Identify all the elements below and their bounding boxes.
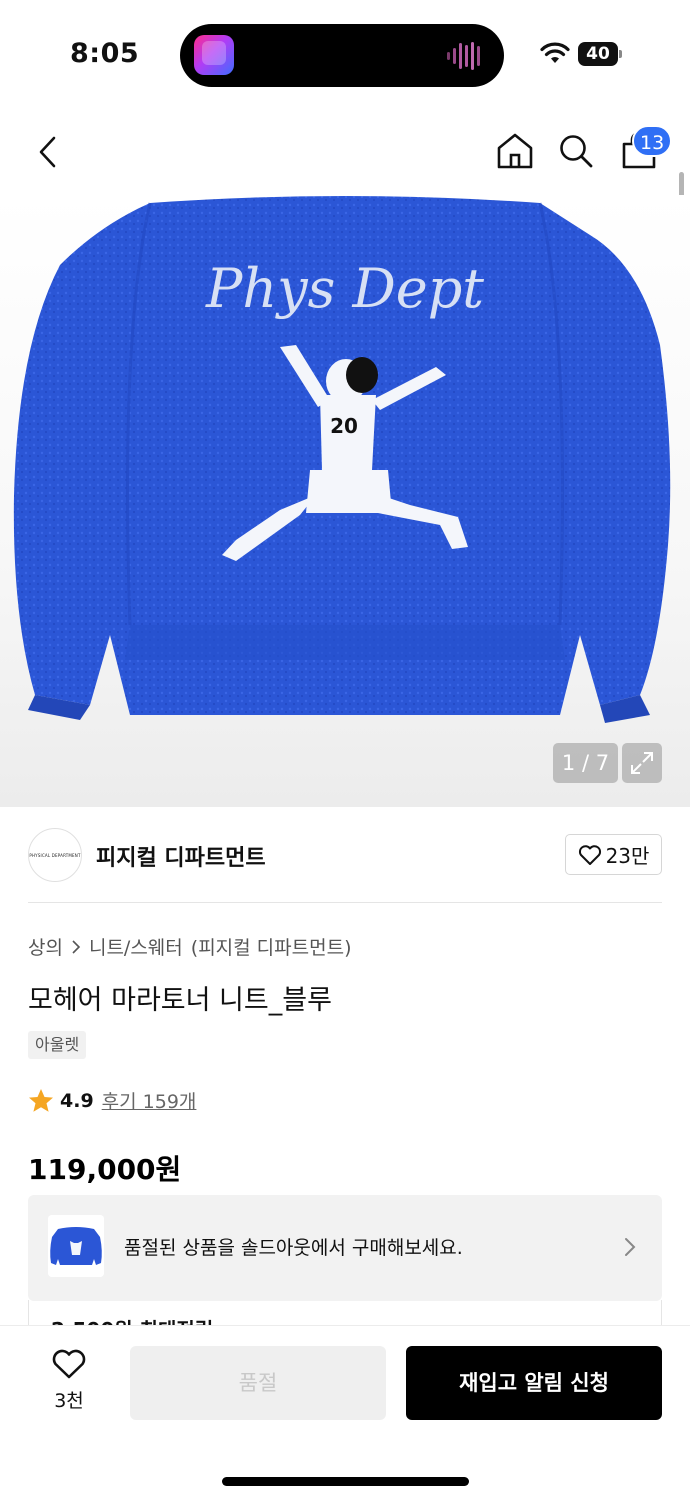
breadcrumb-brand[interactable]: (피지컬 디파트먼트) (191, 933, 352, 960)
status-bar: 8:05 40 (0, 0, 690, 110)
rating-row: 4.9 후기 159개 (28, 1087, 196, 1114)
back-button[interactable] (28, 130, 68, 174)
restock-alert-button[interactable]: 재입고 알림 신청 (406, 1346, 662, 1420)
dynamic-island (180, 24, 504, 87)
wishlist-count: 3천 (54, 1390, 84, 1412)
product-image-gallery[interactable]: Phys Dept 20 (0, 195, 690, 807)
brand-like-button[interactable]: 23만 (565, 834, 662, 875)
soldout-banner-text: 품절된 상품을 솔드아웃에서 구매해보세요. (124, 1237, 463, 1259)
star-icon (29, 1089, 53, 1112)
brand-name[interactable]: 피지컬 디파트먼트 (96, 840, 266, 872)
breadcrumb: 상의 니트/스웨터 (피지컬 디파트먼트) (28, 933, 352, 960)
home-indicator (222, 1477, 469, 1486)
home-icon (497, 133, 533, 169)
breadcrumb-subcategory[interactable]: 니트/스웨터 (89, 933, 183, 960)
chevron-right-icon (625, 1238, 636, 1256)
rating-value: 4.9 (60, 1089, 94, 1112)
audio-wave-icon (447, 42, 480, 70)
search-button[interactable] (555, 130, 597, 172)
chevron-left-icon (39, 136, 56, 168)
product-price: 119,000원 (28, 1153, 182, 1186)
svg-text:Phys Dept: Phys Dept (205, 257, 484, 320)
divider (28, 902, 662, 903)
heart-outline-icon (52, 1349, 86, 1379)
expand-icon (631, 752, 653, 774)
battery-level: 40 (586, 44, 610, 64)
home-button[interactable] (494, 130, 536, 172)
svg-text:20: 20 (330, 414, 358, 438)
chevron-right-icon (72, 939, 81, 954)
brand-logo-text: PHYSICAL DEPARTMENT (29, 852, 81, 858)
breadcrumb-category[interactable]: 상의 (28, 933, 63, 960)
soldout-button[interactable]: 품절 (130, 1346, 386, 1420)
search-icon (560, 135, 593, 168)
review-count-link[interactable]: 후기 159개 (102, 1087, 197, 1114)
soldout-banner[interactable]: 품절된 상품을 솔드아웃에서 구매해보세요. (28, 1195, 662, 1301)
wishlist-button[interactable]: 3천 (38, 1348, 100, 1418)
product-title: 모헤어 마라토너 니트_블루 (28, 985, 332, 1016)
wifi-icon (540, 42, 570, 63)
cart-count-badge: 13 (632, 125, 673, 157)
image-counter: 1 / 7 (553, 743, 618, 783)
status-time: 8:05 (70, 38, 140, 69)
heart-outline-icon (578, 844, 601, 865)
battery-icon: 40 (578, 42, 622, 66)
expand-image-button[interactable] (622, 743, 662, 783)
brand-like-count: 23만 (605, 844, 650, 868)
outlet-badge: 아울렛 (28, 1031, 87, 1059)
product-image: Phys Dept 20 (13, 196, 671, 723)
brand-logo[interactable]: PHYSICAL DEPARTMENT (28, 828, 82, 882)
now-playing-app-icon (194, 35, 234, 75)
soldout-thumbnail (48, 1215, 104, 1277)
